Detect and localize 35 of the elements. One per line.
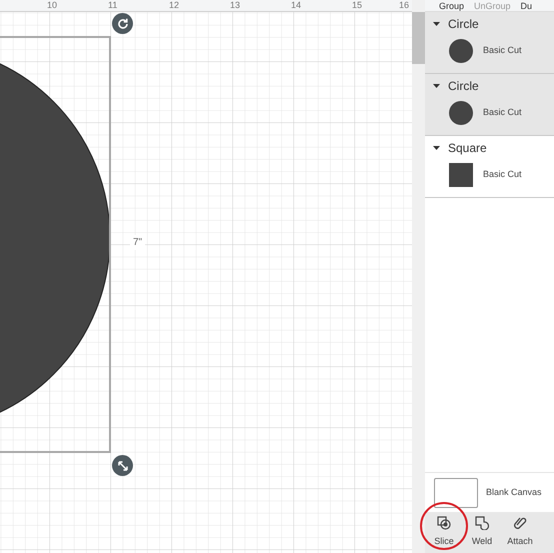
layer-name: Circle xyxy=(448,78,479,95)
ruler-number: 16 xyxy=(399,0,410,11)
scrollbar-thumb[interactable] xyxy=(412,12,425,64)
square-thumbnail xyxy=(449,163,473,187)
action-button[interactable]: Weld xyxy=(463,516,501,549)
layer-group[interactable]: Circle Basic Cut xyxy=(425,12,554,74)
resize-icon xyxy=(116,460,128,472)
ruler-number: 14 xyxy=(291,0,302,11)
caret-icon[interactable] xyxy=(433,84,440,88)
action-button[interactable]: Slice xyxy=(425,516,463,549)
operation-label: Basic Cut xyxy=(483,44,522,58)
weld-icon xyxy=(475,516,489,530)
ruler-number: 10 xyxy=(47,0,58,11)
layer-group[interactable]: Circle Basic Cut xyxy=(425,74,554,136)
blank-canvas-label: Blank Canvas xyxy=(486,486,542,499)
circle-thumbnail xyxy=(449,101,473,125)
layer-name: Circle xyxy=(448,16,479,33)
circle-thumbnail xyxy=(449,39,473,63)
blank-canvas-swatch[interactable] xyxy=(434,478,478,508)
slice-icon xyxy=(437,516,451,530)
dimension-label: 7" xyxy=(130,235,146,250)
operation-label: Basic Cut xyxy=(483,106,522,120)
rotate-icon xyxy=(116,18,128,30)
ruler-number: 13 xyxy=(230,0,240,11)
paperclip-icon xyxy=(513,516,527,530)
layer-name: Square xyxy=(448,140,487,157)
action-button[interactable]: Attach xyxy=(501,516,539,549)
operation-label: Basic Cut xyxy=(483,168,522,182)
ruler-number: 11 xyxy=(108,0,118,11)
toolbar-button[interactable]: Du xyxy=(520,2,532,11)
toolbar-button[interactable]: Group xyxy=(439,2,464,11)
caret-icon[interactable] xyxy=(433,22,440,26)
caret-icon[interactable] xyxy=(433,146,440,150)
ruler-number: 12 xyxy=(169,0,180,11)
ruler-number: 15 xyxy=(352,0,362,11)
